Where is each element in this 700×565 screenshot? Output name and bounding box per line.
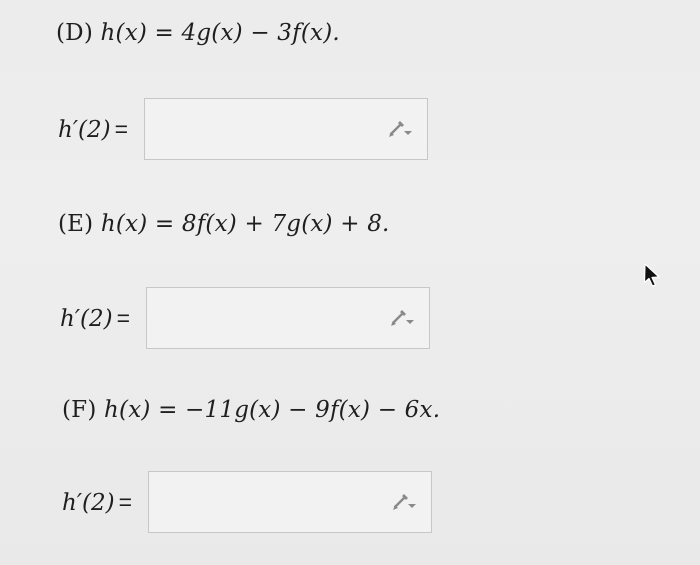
problem-e-answer-field[interactable]: [146, 287, 430, 349]
problem-e-tag: (E): [58, 211, 94, 237]
problem-f-answer-label: h′(2) =: [62, 488, 133, 516]
problem-f-expression: h(x) = −11g(x) − 9f(x) − 6x.: [104, 397, 441, 423]
pencil-icon[interactable]: [391, 492, 417, 512]
problem-f-statement: (F) h(x) = −11g(x) − 9f(x) − 6x.: [62, 397, 440, 423]
problem-f-tag: (F): [62, 397, 97, 423]
problem-f-answer-row: h′(2) =: [62, 471, 432, 533]
problem-e-statement: (E) h(x) = 8f(x) + 7g(x) + 8.: [58, 211, 390, 237]
problem-d-answer-field[interactable]: [144, 98, 428, 160]
mouse-cursor-icon: [643, 263, 660, 287]
problem-d-answer-input[interactable]: [145, 99, 427, 159]
problem-e-expression: h(x) = 8f(x) + 7g(x) + 8.: [100, 211, 390, 237]
pencil-icon[interactable]: [389, 308, 415, 328]
problem-d-tag: (D): [56, 20, 93, 46]
pencil-icon[interactable]: [387, 119, 413, 139]
problem-e-answer-row: h′(2) =: [60, 287, 430, 349]
problem-d-statement: (D) h(x) = 4g(x) − 3f(x).: [56, 20, 340, 46]
problem-d-answer-row: h′(2) =: [58, 98, 428, 160]
problem-f-answer-field[interactable]: [148, 471, 432, 533]
problem-f-answer-input[interactable]: [149, 472, 431, 532]
problem-d-answer-label: h′(2) =: [58, 115, 129, 143]
problem-d-expression: h(x) = 4g(x) − 3f(x).: [100, 20, 340, 46]
problem-e-answer-label: h′(2) =: [60, 304, 131, 332]
problem-e-answer-input[interactable]: [147, 288, 429, 348]
